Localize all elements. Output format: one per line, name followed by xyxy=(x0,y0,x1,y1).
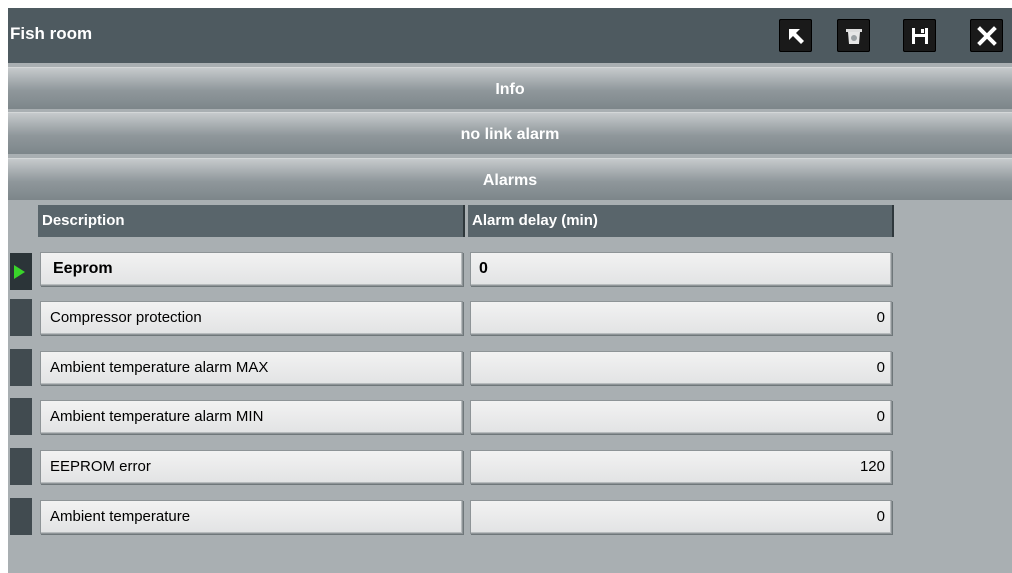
close-button[interactable] xyxy=(970,19,1003,52)
save-button[interactable] xyxy=(903,19,936,52)
title-bar: Fish room xyxy=(8,8,1012,63)
alarm-delay-value[interactable]: 0 xyxy=(470,351,892,385)
alarm-delay-value[interactable]: 0 xyxy=(470,252,892,286)
alarm-description[interactable]: Ambient temperature xyxy=(40,500,463,534)
window-title: Fish room xyxy=(10,24,93,43)
alarm-description[interactable]: EEPROM error xyxy=(40,450,463,484)
back-button[interactable] xyxy=(779,19,812,52)
row-indicator[interactable] xyxy=(10,398,32,435)
close-x-icon xyxy=(976,25,997,46)
alarm-delay-value[interactable]: 120 xyxy=(470,450,892,484)
undo-arrow-icon xyxy=(788,28,804,44)
row-indicator[interactable] xyxy=(10,349,32,386)
floppy-disk-icon xyxy=(911,27,928,44)
delete-button[interactable] xyxy=(837,19,870,52)
alarm-description[interactable]: Ambient temperature alarm MAX xyxy=(40,351,463,385)
row-indicator[interactable] xyxy=(10,299,32,336)
alarm-description[interactable]: Ambient temperature alarm MIN xyxy=(40,400,463,434)
row-indicator[interactable] xyxy=(10,448,32,485)
row-indicator[interactable] xyxy=(10,253,32,290)
app-window: Fish room Info no link alarm Alarms Desc… xyxy=(8,8,1012,573)
alarm-description[interactable]: Eeprom xyxy=(40,252,463,286)
play-arrow-icon xyxy=(14,265,25,279)
column-header-alarm-delay: Alarm delay (min) xyxy=(468,205,894,237)
alarm-description[interactable]: Compressor protection xyxy=(40,301,463,335)
alarm-delay-value[interactable]: 0 xyxy=(470,400,892,434)
section-alarms[interactable]: Alarms xyxy=(8,158,1012,200)
section-info[interactable]: Info xyxy=(8,67,1012,109)
trash-icon xyxy=(845,28,862,44)
section-no-link-alarm[interactable]: no link alarm xyxy=(8,112,1012,154)
alarm-delay-value[interactable]: 0 xyxy=(470,301,892,335)
alarm-delay-value[interactable]: 0 xyxy=(470,500,892,534)
column-header-description: Description xyxy=(38,205,465,237)
row-indicator[interactable] xyxy=(10,498,32,535)
